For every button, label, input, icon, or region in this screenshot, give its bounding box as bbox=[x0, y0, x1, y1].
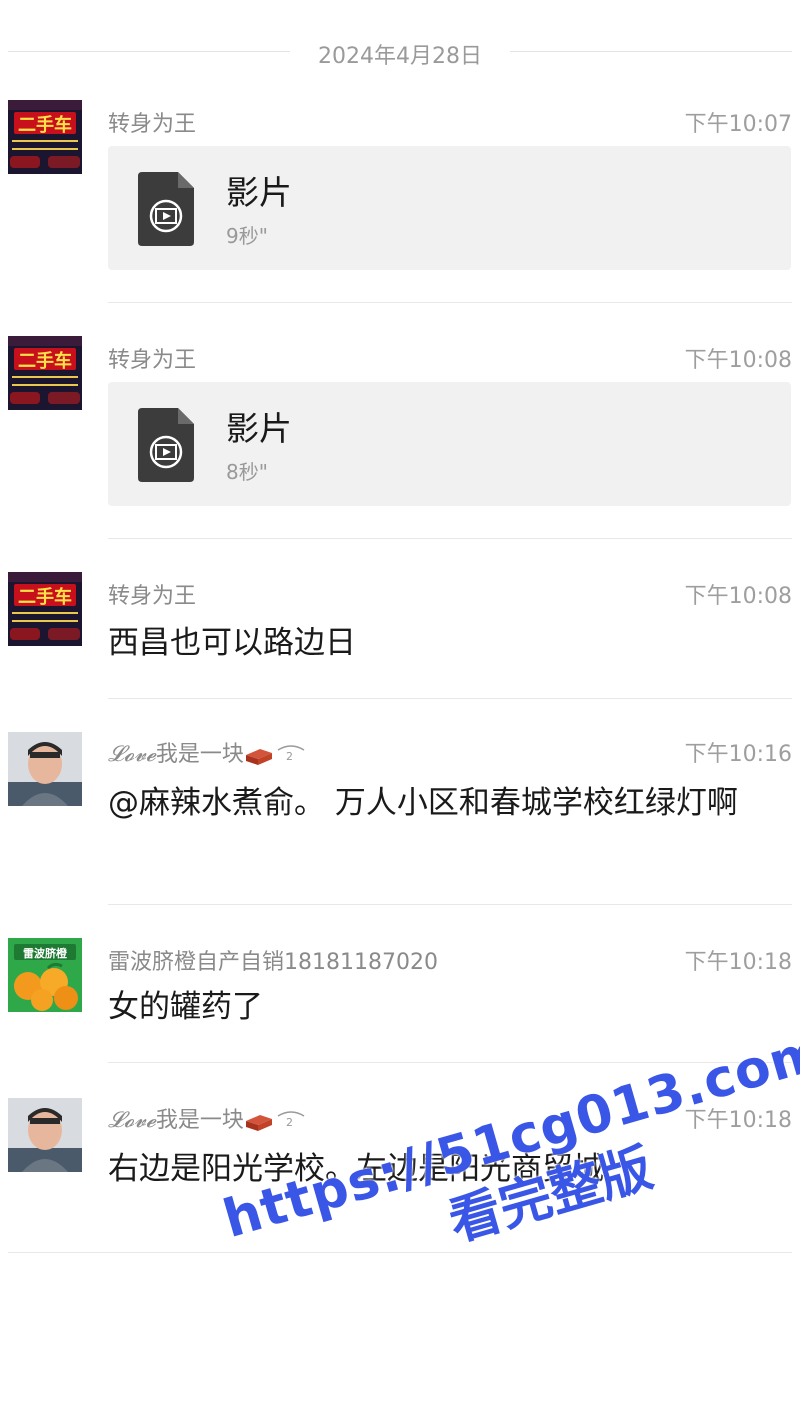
message-item: 𝓛𝓸𝓿𝓮我是一块 2 下午10:16 @麻辣水煮俞。 万人小区和春城学校红绿灯啊 bbox=[0, 726, 800, 906]
date-label: 2024年4月28日 bbox=[318, 44, 482, 69]
message-time: 下午10:07 bbox=[684, 112, 792, 137]
avatar[interactable]: 二手车 bbox=[8, 572, 82, 646]
date-separator: 2024年4月28日 bbox=[0, 30, 800, 74]
svg-text:2: 2 bbox=[286, 750, 293, 763]
message-time: 下午10:08 bbox=[684, 348, 792, 373]
sender-name-text: 我是一块 bbox=[155, 742, 244, 767]
file-duration: 9秒" bbox=[226, 224, 268, 248]
brick-emoji-icon bbox=[245, 749, 272, 765]
message-item: 二手车 转身为王 下午10:07 影片 9秒" bbox=[0, 96, 800, 306]
message-item: 雷波脐橙 雷波脐橙自产自销18181187020 下午10:18 女的罐药了 bbox=[0, 934, 800, 1064]
file-title: 影片 bbox=[226, 173, 292, 212]
sender-name: 转身为王 bbox=[108, 584, 197, 609]
message-time: 下午10:18 bbox=[684, 1108, 792, 1133]
video-file-icon bbox=[138, 408, 194, 482]
message-item: 二手车 转身为王 下午10:08 影片 8秒" bbox=[0, 332, 800, 542]
message-item: 𝓛𝓸𝓿𝓮我是一块 2 下午10:18 右边是阳光学校。左边是阳光商贸城 bbox=[0, 1092, 800, 1256]
sender-name: 𝓛𝓸𝓿𝓮我是一块 2 bbox=[108, 736, 308, 768]
avatar[interactable]: 雷波脐橙 bbox=[8, 938, 82, 1012]
avatar[interactable] bbox=[8, 1098, 82, 1172]
brick-emoji-icon bbox=[245, 1115, 272, 1131]
file-title: 影片 bbox=[226, 409, 292, 448]
avatar[interactable]: 二手车 bbox=[8, 100, 82, 174]
sender-script: 𝓛𝓸𝓿𝓮 bbox=[108, 742, 156, 767]
sender-name-text: 我是一块 bbox=[155, 1108, 244, 1133]
sender-script: 𝓛𝓸𝓿𝓮 bbox=[108, 1108, 156, 1133]
message-text: 女的罐药了 bbox=[108, 989, 263, 1025]
divider bbox=[108, 1062, 792, 1063]
avatar-banner-text: 二手车 bbox=[18, 350, 72, 372]
message-time: 下午10:08 bbox=[684, 584, 792, 609]
avatar[interactable] bbox=[8, 732, 82, 806]
avatar-banner-text: 雷波脐橙 bbox=[23, 946, 68, 960]
avatar[interactable]: 二手车 bbox=[8, 336, 82, 410]
sender-name: 𝓛𝓸𝓿𝓮我是一块 2 bbox=[108, 1102, 308, 1134]
message-text: 西昌也可以路边日 bbox=[108, 625, 356, 661]
date-line-left bbox=[8, 51, 290, 52]
video-attachment[interactable]: 影片 8秒" bbox=[108, 382, 791, 506]
divider bbox=[108, 302, 792, 303]
message-time: 下午10:16 bbox=[684, 742, 792, 767]
avatar-banner-text: 二手车 bbox=[18, 114, 72, 136]
message-time: 下午10:18 bbox=[684, 950, 792, 975]
video-file-icon bbox=[138, 172, 194, 246]
divider bbox=[108, 538, 792, 539]
sender-name: 转身为王 bbox=[108, 348, 197, 373]
avatar-banner-text: 二手车 bbox=[18, 586, 72, 608]
wifi-badge-icon: 2 bbox=[277, 745, 305, 763]
wifi-badge-icon: 2 bbox=[277, 1111, 305, 1129]
message-text: 右边是阳光学校。左边是阳光商贸城 bbox=[108, 1151, 604, 1187]
svg-text:2: 2 bbox=[286, 1116, 293, 1129]
divider bbox=[8, 1252, 792, 1253]
sender-name: 转身为王 bbox=[108, 112, 197, 137]
sender-name: 雷波脐橙自产自销18181187020 bbox=[108, 950, 438, 975]
date-line-right bbox=[510, 51, 792, 52]
divider bbox=[108, 904, 792, 905]
divider bbox=[108, 698, 792, 699]
video-attachment[interactable]: 影片 9秒" bbox=[108, 146, 791, 270]
file-duration: 8秒" bbox=[226, 460, 268, 484]
message-item: 二手车 转身为王 下午10:08 西昌也可以路边日 bbox=[0, 568, 800, 699]
message-text: @麻辣水煮俞。 万人小区和春城学校红绿灯啊 bbox=[108, 785, 738, 821]
